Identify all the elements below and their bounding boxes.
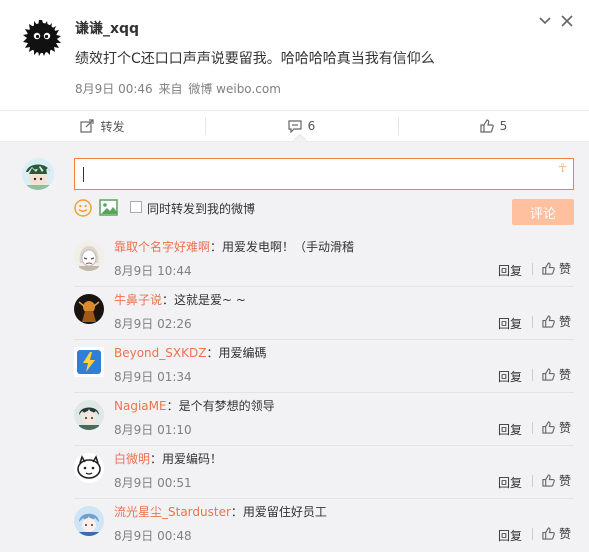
author-avatar[interactable] <box>20 16 64 60</box>
comment-item: NagiaME：是个有梦想的领导 8月9日 01:10 回复 赞 <box>74 393 574 446</box>
comment-text: Beyond_SXKDZ：用爱编碼 <box>114 344 266 361</box>
text-caret <box>83 167 84 182</box>
comment-body: ：用爱发电啊！（手动滑稽 <box>210 240 355 254</box>
comment-list: 靠取个名字好难啊：用爱发电啊！（手动滑稽 8月9日 10:44 回复 赞 牛鼻子… <box>74 234 574 552</box>
close-icon[interactable] <box>560 14 574 32</box>
comment-item: 白微明：用爱编码！ 8月9日 00:51 回复 赞 <box>74 446 574 499</box>
reply-button[interactable]: 回复 <box>498 527 522 544</box>
reply-button[interactable]: 回复 <box>498 474 522 491</box>
like-label: 赞 <box>559 474 572 488</box>
current-user-avatar[interactable] <box>22 158 54 190</box>
comment-body: ：用爱留住好员工 <box>230 505 327 519</box>
divider <box>532 528 533 540</box>
comment-count: 6 <box>307 119 316 133</box>
comment-input[interactable]: ☥ <box>74 158 574 190</box>
comment-text: 白微明：用爱编码！ <box>114 450 222 467</box>
thumbs-up-icon <box>542 421 555 434</box>
post-source[interactable]: 微博 weibo.com <box>188 82 281 96</box>
comment-like-button[interactable]: 赞 <box>542 525 571 542</box>
commenter-name[interactable]: 牛鼻子说 <box>114 293 162 307</box>
commenter-name[interactable]: Beyond_SXKDZ <box>114 346 206 360</box>
repost-button[interactable]: 转发 <box>0 111 205 141</box>
emoji-icon[interactable] <box>74 199 92 217</box>
divider <box>532 316 533 328</box>
commenter-avatar[interactable] <box>74 506 104 536</box>
thumbs-up-icon <box>542 262 555 275</box>
comment-body: ：用爱编码！ <box>150 452 223 466</box>
author-name[interactable]: 谦谦_xqq <box>75 18 139 38</box>
comment-text: NagiaME：是个有梦想的领导 <box>114 397 275 414</box>
comment-time: 8月9日 00:51 <box>114 476 192 490</box>
comment-body: ：这就是爱~ ~ <box>162 293 246 307</box>
divider <box>532 475 533 487</box>
comment-text: 牛鼻子说：这就是爱~ ~ <box>114 291 246 308</box>
commenter-name[interactable]: 靠取个名字好难啊 <box>114 240 210 254</box>
comment-like-button[interactable]: 赞 <box>542 313 571 330</box>
like-label: 赞 <box>559 421 572 435</box>
like-label: 赞 <box>559 368 572 382</box>
comment-icon <box>288 120 302 133</box>
comment-text: 流光星尘_Starduster：用爱留住好员工 <box>114 503 327 520</box>
thumbs-up-icon <box>480 119 494 133</box>
comment-time: 8月9日 00:48 <box>114 529 192 543</box>
also-repost-label[interactable]: 同时转发到我的微博 <box>147 200 255 217</box>
comment-like-button[interactable]: 赞 <box>542 472 571 489</box>
reply-button[interactable]: 回复 <box>498 262 522 279</box>
repost-icon <box>80 119 95 133</box>
chevron-down-icon[interactable] <box>538 14 552 32</box>
source-prefix: 来自 <box>158 82 183 96</box>
like-count: 5 <box>499 119 508 133</box>
commenter-name[interactable]: 流光星尘_Starduster <box>114 505 231 519</box>
comment-time: 8月9日 02:26 <box>114 317 192 331</box>
comment-item: 流光星尘_Starduster：用爱留住好员工 8月9日 00:48 回复 赞 <box>74 499 574 552</box>
reply-button[interactable]: 回复 <box>498 368 522 385</box>
comment-time: 8月9日 01:10 <box>114 423 192 437</box>
comment-item: 牛鼻子说：这就是爱~ ~ 8月9日 02:26 回复 赞 <box>74 287 574 340</box>
commenter-avatar[interactable] <box>74 400 104 430</box>
like-label: 赞 <box>559 262 572 276</box>
thumbs-up-icon <box>542 315 555 328</box>
repost-label: 转发 <box>100 119 125 134</box>
also-repost-checkbox[interactable] <box>130 201 142 213</box>
reply-button[interactable]: 回复 <box>498 421 522 438</box>
comment-body: ：用爱编碼 <box>206 346 267 360</box>
comment-text: 靠取个名字好难啊：用爱发电啊！（手动滑稽 <box>114 238 354 255</box>
like-label: 赞 <box>559 527 572 541</box>
comment-body: ：是个有梦想的领导 <box>166 399 275 413</box>
weibo-post: 谦谦_xqq 绩效打个C还口口声声说要留我。哈哈哈哈真当我有信仰么 8月9日 0… <box>0 0 589 110</box>
like-button[interactable]: 5 <box>398 111 589 141</box>
commenter-name[interactable]: NagiaME <box>114 399 167 413</box>
comment-time: 8月9日 01:34 <box>114 370 192 384</box>
comment-item: 靠取个名字好难啊：用爱发电啊！（手动滑稽 8月9日 10:44 回复 赞 <box>74 234 574 287</box>
thumbs-up-icon <box>542 368 555 381</box>
image-icon[interactable] <box>99 199 118 216</box>
comment-time: 8月9日 10:44 <box>114 264 192 278</box>
commenter-avatar[interactable] <box>74 347 104 377</box>
divider <box>532 422 533 434</box>
like-label: 赞 <box>559 315 572 329</box>
divider <box>532 369 533 381</box>
commenter-avatar[interactable] <box>74 241 104 271</box>
reply-button[interactable]: 回复 <box>498 315 522 332</box>
divider <box>532 263 533 275</box>
comment-item: Beyond_SXKDZ：用爱编碼 8月9日 01:34 回复 赞 <box>74 340 574 393</box>
thumbs-up-icon <box>542 474 555 487</box>
thumbs-up-icon <box>542 527 555 540</box>
post-text: 绩效打个C还口口声声说要留我。哈哈哈哈真当我有信仰么 <box>75 51 435 67</box>
comment-like-button[interactable]: 赞 <box>542 419 571 436</box>
commenter-avatar[interactable] <box>74 294 104 324</box>
comment-like-button[interactable]: 赞 <box>542 366 571 383</box>
comment-like-button[interactable]: 赞 <box>542 260 571 277</box>
post-meta: 8月9日 00:46 来自 微博 weibo.com <box>75 80 283 97</box>
commenter-name[interactable]: 白微明 <box>114 452 150 466</box>
ankh-icon: ☥ <box>558 161 567 175</box>
post-date[interactable]: 8月9日 00:46 <box>75 82 153 96</box>
submit-comment-button[interactable]: 评论 <box>512 199 574 225</box>
commenter-avatar[interactable] <box>74 453 104 483</box>
